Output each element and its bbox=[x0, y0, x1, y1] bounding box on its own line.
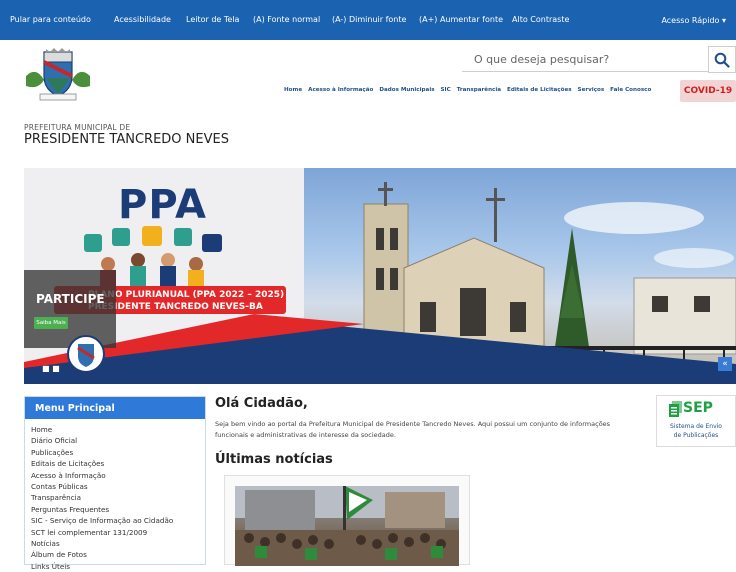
font-normal-link[interactable]: (A) Fonte normal bbox=[253, 15, 320, 24]
hero-banner[interactable]: PPA PLANO PLURIANUAL (PPA 2022 – 2025) P… bbox=[24, 168, 736, 384]
menu-item-official-gazette[interactable]: Diário Oficial bbox=[31, 435, 173, 446]
skip-to-content-link[interactable]: Pular para conteúdo bbox=[10, 15, 91, 24]
menu-item-sct-law[interactable]: SCT lei complementar 131/2009 bbox=[31, 527, 173, 538]
accessibility-link[interactable]: Acessibilidade bbox=[114, 15, 171, 24]
menu-item-photo-album[interactable]: Álbum de Fotos bbox=[31, 549, 173, 560]
covid-button[interactable]: COVID-19 bbox=[680, 80, 736, 102]
menu-item-useful-links[interactable]: Links Úteis bbox=[31, 561, 173, 572]
menu-item-public-accounts[interactable]: Contas Públicas bbox=[31, 481, 173, 492]
menu-item-sic[interactable]: SIC - Serviço de Informação ao Cidadão bbox=[31, 515, 173, 526]
nav-home[interactable]: Home bbox=[284, 87, 302, 93]
high-contrast-link[interactable]: Alto Contraste bbox=[512, 15, 569, 24]
search-icon bbox=[714, 52, 730, 68]
greeting-heading: Olá Cidadão, bbox=[215, 396, 308, 411]
prefecture-label: PREFEITURA MUNICIPAL DE bbox=[24, 123, 131, 132]
city-emblem bbox=[67, 335, 105, 373]
main-menu: Menu Principal Home Diário Oficial Publi… bbox=[24, 396, 206, 571]
prefecture-name[interactable]: PRESIDENTE TANCREDO NEVES bbox=[24, 132, 229, 147]
search-input[interactable] bbox=[462, 46, 706, 72]
welcome-text: Seja bem vindo ao portal da Prefeitura M… bbox=[215, 420, 611, 439]
menu-item-faq[interactable]: Perguntas Frequentes bbox=[31, 504, 173, 515]
news-heading: Últimas notícias bbox=[215, 452, 333, 467]
menu-item-access-information[interactable]: Acesso à Informação bbox=[31, 470, 173, 481]
news-card[interactable] bbox=[224, 475, 470, 566]
news-image[interactable] bbox=[235, 486, 459, 566]
menu-item-bidding-notices[interactable]: Editais de Licitações bbox=[31, 458, 173, 469]
accessibility-bar: Pular para conteúdo Acessibilidade Leito… bbox=[0, 0, 736, 40]
screen-reader-link[interactable]: Leitor de Tela bbox=[186, 15, 239, 24]
plan-title-line: PLANO PLURIANUAL (PPA 2022 – 2025) bbox=[88, 290, 285, 300]
sep-subtitle: Sistema de Envio de Publicações bbox=[657, 423, 735, 440]
font-decrease-link[interactable]: (A-) Diminuir fonte bbox=[332, 15, 406, 24]
document-stack-icon bbox=[669, 401, 682, 417]
menu-item-transparency[interactable]: Transparência bbox=[31, 492, 173, 503]
search-button[interactable] bbox=[708, 46, 736, 73]
main-navigation: Home Acesso à Informação Dados Municipai… bbox=[284, 87, 655, 93]
sep-subtitle-line2: de Publicações bbox=[673, 431, 719, 439]
main-menu-list: Home Diário Oficial Publicações Editais … bbox=[31, 424, 173, 572]
nav-services[interactable]: Serviços bbox=[578, 87, 605, 93]
city-logo[interactable] bbox=[24, 46, 92, 104]
nav-bidding-notices[interactable]: Editais de Licitações bbox=[507, 87, 572, 93]
learn-more-button[interactable]: Saiba Mais bbox=[34, 317, 68, 329]
slider-previous-button[interactable]: « bbox=[718, 357, 732, 371]
quick-access-dropdown[interactable]: Acesso Rápido ▾ bbox=[661, 16, 726, 25]
slide-indicators[interactable]: ■ ■ bbox=[42, 364, 60, 373]
nav-sic[interactable]: SIC bbox=[441, 87, 451, 93]
nav-transparency[interactable]: Transparência bbox=[457, 87, 501, 93]
double-chevron-left-icon: « bbox=[722, 359, 728, 369]
menu-item-news[interactable]: Notícias bbox=[31, 538, 173, 549]
caret-down-icon: ▾ bbox=[721, 16, 726, 25]
ppa-title: PPA bbox=[118, 182, 207, 228]
menu-item-publications[interactable]: Publicações bbox=[31, 447, 173, 458]
main-menu-title: Menu Principal bbox=[25, 397, 205, 419]
sep-title: SEP bbox=[683, 400, 713, 416]
menu-item-home[interactable]: Home bbox=[31, 424, 173, 435]
slide-title: PARTICIPE bbox=[36, 292, 105, 306]
nav-access-information[interactable]: Acesso à Informação bbox=[308, 87, 373, 93]
search-bar bbox=[462, 46, 708, 72]
font-increase-link[interactable]: (A+) Aumentar fonte bbox=[419, 15, 503, 24]
quick-access-label: Acesso Rápido bbox=[661, 16, 720, 25]
nav-contact[interactable]: Fale Conosco bbox=[610, 87, 651, 93]
sep-subtitle-line1: Sistema de Envio bbox=[670, 423, 722, 430]
sep-publications-widget[interactable]: SEP Sistema de Envio de Publicações bbox=[656, 395, 736, 447]
plan-city-line: PRESIDENTE TANCREDO NEVES-BA bbox=[88, 302, 263, 312]
nav-municipal-data[interactable]: Dados Municipais bbox=[379, 87, 434, 93]
